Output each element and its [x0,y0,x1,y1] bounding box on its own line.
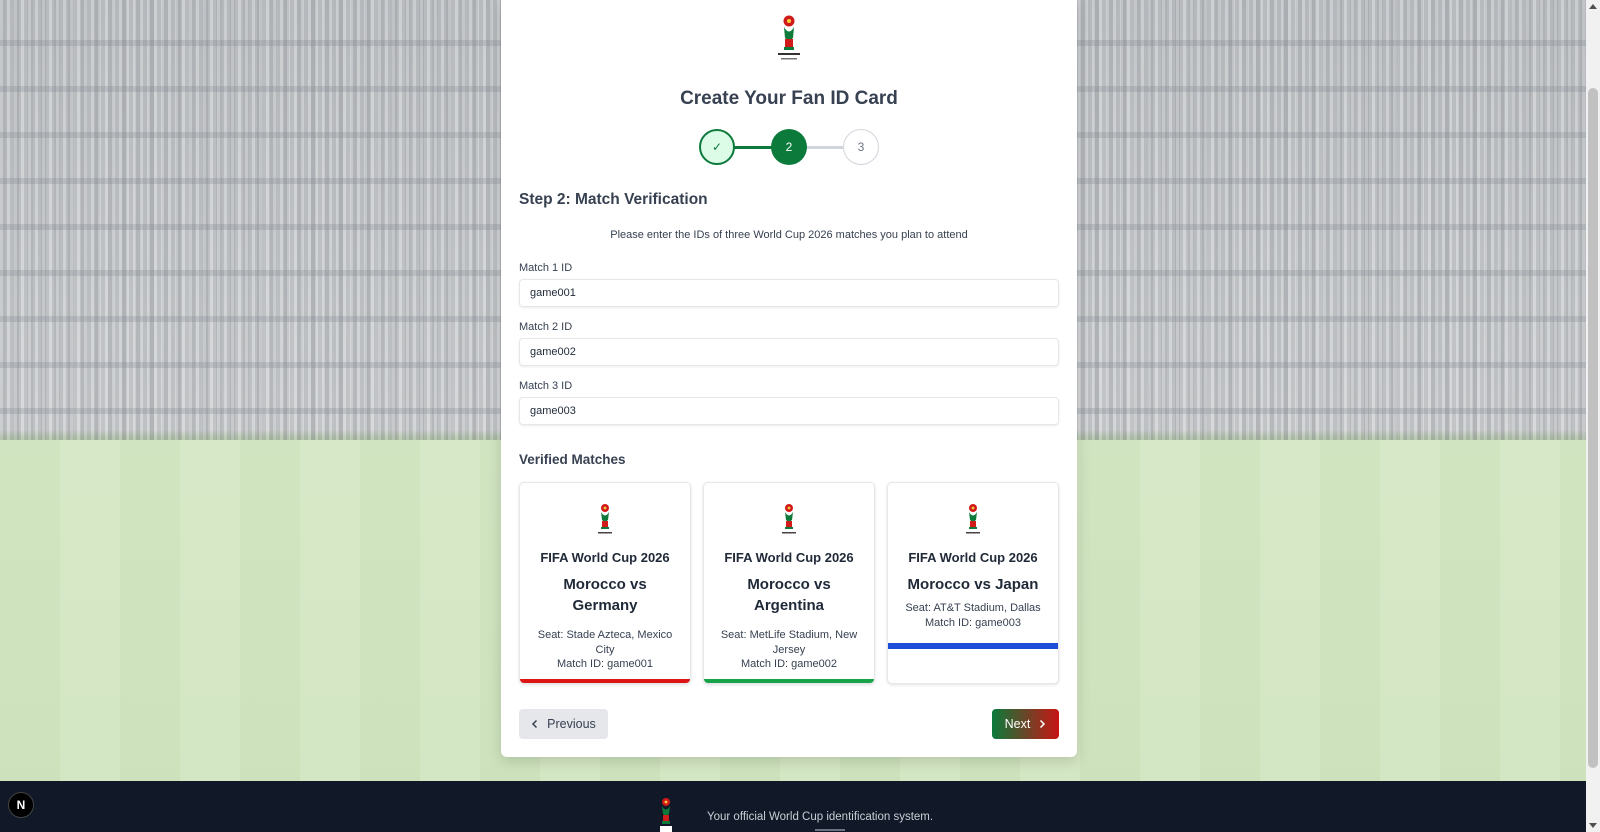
match-2-id-input[interactable] [519,338,1059,366]
step-heading: Step 2: Match Verification [519,191,708,208]
match-3-id-input[interactable] [519,397,1059,425]
chevron-right-icon [1040,719,1046,729]
match-teams: Morocco vs Germany [563,576,647,614]
fan-id-form-card: Create Your Fan ID Card ✓ 2 3 Step 2: Ma… [501,0,1077,757]
chevron-left-icon [532,719,538,729]
match-seat: Seat: AT&T Stadium, Dallas [905,602,1041,614]
verified-matches-heading: Verified Matches [519,452,626,467]
page-scrollbar[interactable] [1586,0,1600,832]
world-cup-logo-icon [782,504,796,534]
footer-divider [815,829,845,831]
previous-button-label: Previous [547,717,596,731]
step-2-current: 2 [771,129,807,165]
stepper-connector-pending [805,146,845,149]
page-title: Create Your Fan ID Card [680,88,898,109]
step-3-pending: 3 [843,129,879,165]
footer-world-cup-logo [660,798,672,832]
match-tournament: FIFA World Cup 2026 [540,550,670,565]
match-teams: Morocco vs Japan [907,576,1039,593]
next-button-label: Next [1004,717,1031,731]
stepper-connector-complete [733,146,773,149]
world-cup-logo [778,15,800,60]
match-1-id-label: Match 1 ID [519,262,573,274]
match-accent-bar [520,679,690,683]
next-button[interactable]: Next [992,709,1059,739]
dev-tools-badge[interactable]: N [8,792,34,818]
scroll-up-arrow-icon[interactable] [1589,4,1597,9]
step-1-complete-check-icon: ✓ [699,129,735,165]
match-tournament: FIFA World Cup 2026 [724,550,854,565]
progress-stepper: ✓ 2 3 [699,129,881,165]
match-accent-bar [704,679,874,683]
match-accent-bar [888,643,1058,649]
match-teams: Morocco vs Argentina [747,576,831,614]
verified-match-card: FIFA World Cup 2026 Morocco vs Japan Sea… [887,482,1059,684]
match-3-id-label: Match 3 ID [519,380,573,392]
scrollbar-thumb[interactable] [1588,88,1598,768]
world-cup-logo-icon [598,504,612,534]
match-id: Match ID: game001 [557,658,653,670]
match-seat: Seat: MetLife Stadium, New Jersey [720,629,858,656]
match-id: Match ID: game002 [741,658,837,670]
scroll-down-arrow-icon[interactable] [1589,823,1597,828]
step-instruction: Please enter the IDs of three World Cup … [610,229,968,241]
match-tournament: FIFA World Cup 2026 [908,550,1038,565]
match-2-id-label: Match 2 ID [519,321,573,333]
site-footer [0,781,1586,832]
previous-button[interactable]: Previous [519,709,608,739]
match-id: Match ID: game003 [925,617,1021,629]
match-1-id-input[interactable] [519,279,1059,307]
verified-match-card: FIFA World Cup 2026 Morocco vs Argentina… [703,482,875,684]
verified-match-card: FIFA World Cup 2026 Morocco vs Germany S… [519,482,691,684]
footer-tagline: Your official World Cup identification s… [707,811,934,823]
match-seat: Seat: Stade Azteca, Mexico City [537,629,673,656]
world-cup-logo-icon [966,504,980,534]
